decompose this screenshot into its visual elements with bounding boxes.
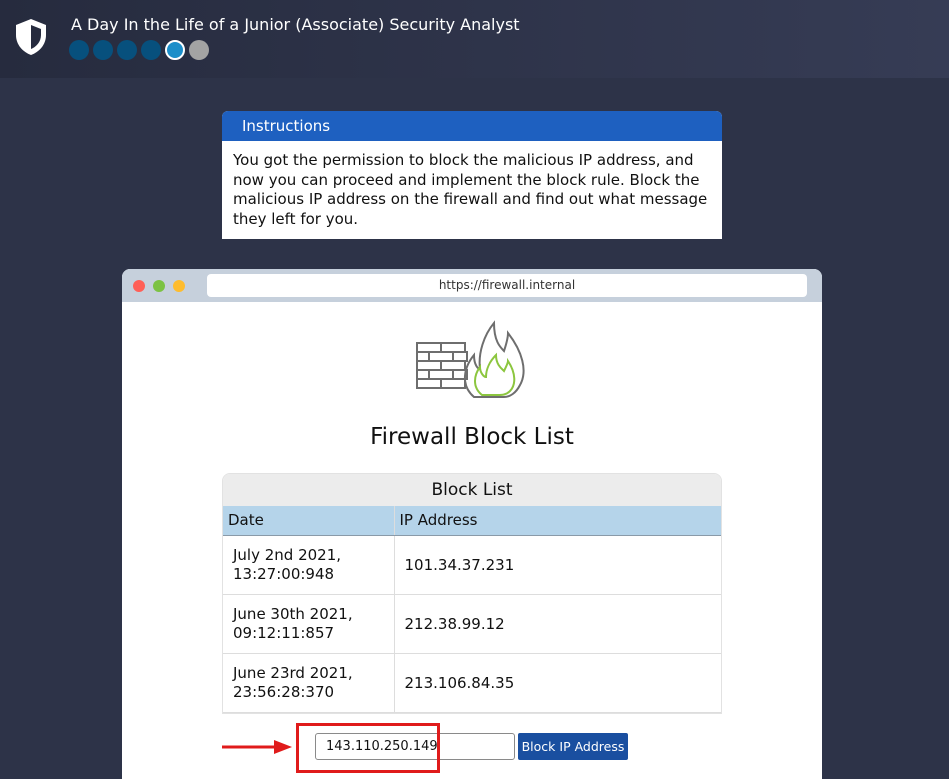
date-cell: June 23rd 2021, 23:56:28:370 <box>223 653 395 713</box>
room-title: A Day In the Life of a Junior (Associate… <box>71 15 520 34</box>
close-window-dot[interactable] <box>133 280 145 292</box>
block-ip-button[interactable]: Block IP Address <box>518 733 628 760</box>
block-list-panel: Block List Date IP Address July 2nd 2021… <box>222 473 722 714</box>
progress-step-done <box>69 40 89 60</box>
ip-cell: 101.34.37.231 <box>394 535 721 595</box>
column-header-date: Date <box>223 506 395 536</box>
date-text: July 2nd 2021, <box>233 545 342 564</box>
browser-toolbar: https://firewall.internal <box>122 269 822 302</box>
time-text: 23:56:28:370 <box>233 682 335 701</box>
date-text: June 30th 2021, <box>233 604 353 623</box>
page-heading: Firewall Block List <box>370 424 574 450</box>
firewall-flame-icon <box>416 320 525 398</box>
progress-step-current <box>165 40 185 60</box>
table-header-row: Date IP Address <box>223 506 721 536</box>
column-header-ip-address: IP Address <box>394 506 721 536</box>
shield-icon <box>16 19 46 55</box>
date-cell: July 2nd 2021, 13:27:00:948 <box>223 535 395 595</box>
table-row: July 2nd 2021, 13:27:00:948 101.34.37.23… <box>223 535 721 595</box>
block-list-table: Date IP Address July 2nd 2021, 13:27:00:… <box>223 506 721 713</box>
table-row: June 23rd 2021, 23:56:28:370 213.106.84.… <box>223 653 721 713</box>
arrow-right-icon <box>222 740 292 754</box>
progress-step-done <box>93 40 113 60</box>
progress-step-done <box>141 40 161 60</box>
table-row: June 30th 2021, 09:12:11:857 212.38.99.1… <box>223 594 721 654</box>
time-text: 09:12:11:857 <box>233 623 335 642</box>
maximize-window-dot[interactable] <box>173 280 185 292</box>
instructions-text: You got the permission to block the mali… <box>233 151 708 228</box>
browser-window: https://firewall.internal Firewall Block… <box>122 269 822 779</box>
minimize-window-dot[interactable] <box>153 280 165 292</box>
time-text: 13:27:00:948 <box>233 564 335 583</box>
top-bar: A Day In the Life of a Junior (Associate… <box>0 0 949 78</box>
progress-step-upcoming <box>189 40 209 60</box>
block-list-title: Block List <box>223 474 721 506</box>
date-text: June 23rd 2021, <box>233 663 353 682</box>
instructions-title: Instructions <box>222 111 722 141</box>
progress-step-done <box>117 40 137 60</box>
highlight-box <box>296 723 440 773</box>
ip-cell: 213.106.84.35 <box>394 653 721 713</box>
instructions-panel: Instructions You got the permission to b… <box>222 111 722 239</box>
ip-cell: 212.38.99.12 <box>394 594 721 654</box>
date-cell: June 30th 2021, 09:12:11:857 <box>223 594 395 654</box>
address-bar[interactable]: https://firewall.internal <box>207 274 807 297</box>
